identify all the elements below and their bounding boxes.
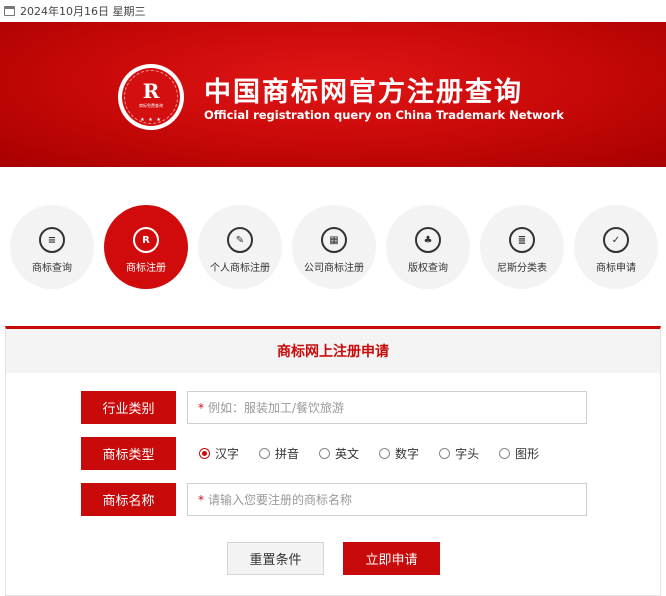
user-doc-icon: ✎ [227, 227, 253, 253]
radio-english[interactable]: 英文 [319, 445, 359, 462]
reset-button[interactable]: 重置条件 [227, 542, 324, 575]
radio-selected-icon [199, 448, 210, 459]
date-bar: 2024年10月16日 星期三 [0, 0, 666, 22]
radio-number[interactable]: 数字 [379, 445, 419, 462]
submit-button[interactable]: 立即申请 [343, 542, 440, 575]
radio-icon [319, 448, 331, 459]
industry-label: 行业类别 [81, 391, 176, 424]
site-logo[interactable]: R 商标免费查询 ★ ★ ★ [118, 64, 184, 130]
edit-doc-icon: ✓ [603, 227, 629, 253]
name-label: 商标名称 [81, 483, 176, 516]
form-heading: 商标网上注册申请 [6, 329, 660, 373]
org-chart-icon: ♣ [415, 227, 441, 253]
site-title: 中国商标网官方注册查询 [204, 77, 523, 108]
nav-item-trademark-application[interactable]: ✓ 商标申请 [574, 205, 658, 289]
registered-icon: R [133, 227, 159, 253]
nav-item-trademark-registration[interactable]: R 商标注册 [104, 205, 188, 289]
name-row: 商标名称 * 请输入您要注册的商标名称 [81, 483, 587, 516]
required-mark: * [198, 492, 204, 507]
type-radio-group: 汉字 拼音 英文 数字 字头 图形 [199, 445, 559, 462]
industry-row: 行业类别 * 例如：服装加工/餐饮旅游 [81, 391, 587, 424]
logo-stars: ★ ★ ★ [140, 117, 162, 123]
type-row: 商标类型 汉字 拼音 英文 数字 字头 图形 [81, 437, 559, 470]
required-mark: * [198, 400, 204, 415]
radio-initials[interactable]: 字头 [439, 445, 479, 462]
radio-icon [439, 448, 451, 459]
nav-label: 商标注册 [126, 263, 166, 274]
nav-item-trademark-search[interactable]: ≡ 商标查询 [10, 205, 94, 289]
calendar-doc-icon: ▦ [321, 227, 347, 253]
search-doc-icon: ≡ [39, 227, 65, 253]
radio-icon [379, 448, 391, 459]
nav-label: 公司商标注册 [304, 263, 364, 274]
industry-placeholder: 例如：服装加工/餐饮旅游 [208, 401, 345, 415]
type-label: 商标类型 [81, 437, 176, 470]
site-subtitle: Official registration query on China Tra… [204, 108, 564, 122]
radio-hanzi[interactable]: 汉字 [199, 445, 239, 462]
radio-icon [499, 448, 511, 459]
name-placeholder: 请输入您要注册的商标名称 [208, 493, 353, 507]
radio-icon [259, 448, 271, 459]
nav-label: 版权查询 [408, 263, 448, 274]
list-doc-icon: ≣ [509, 227, 535, 253]
nav-label: 个人商标注册 [210, 263, 270, 274]
nav-item-copyright-search[interactable]: ♣ 版权查询 [386, 205, 470, 289]
nav-item-nice-classification[interactable]: ≣ 尼斯分类表 [480, 205, 564, 289]
radio-graphic[interactable]: 图形 [499, 445, 539, 462]
industry-input[interactable]: * 例如：服装加工/餐饮旅游 [187, 391, 587, 424]
registration-form-panel: 商标网上注册申请 行业类别 * 例如：服装加工/餐饮旅游 商标类型 汉字 拼音 … [5, 326, 661, 596]
service-nav: ≡ 商标查询 R 商标注册 ✎ 个人商标注册 ▦ 公司商标注册 ♣ 版权查询 ≣… [0, 205, 666, 289]
nav-item-personal-registration[interactable]: ✎ 个人商标注册 [198, 205, 282, 289]
current-date: 2024年10月16日 星期三 [20, 5, 146, 18]
header-banner: R 商标免费查询 ★ ★ ★ 中国商标网官方注册查询 Official regi… [0, 22, 666, 167]
nav-label: 商标查询 [32, 263, 72, 274]
calendar-icon [4, 6, 15, 16]
logo-seal-icon: R 商标免费查询 ★ ★ ★ [122, 68, 180, 126]
radio-pinyin[interactable]: 拼音 [259, 445, 299, 462]
nav-item-company-registration[interactable]: ▦ 公司商标注册 [292, 205, 376, 289]
nav-label: 尼斯分类表 [497, 263, 547, 274]
trademark-name-input[interactable]: * 请输入您要注册的商标名称 [187, 483, 587, 516]
nav-label: 商标申请 [596, 263, 636, 274]
